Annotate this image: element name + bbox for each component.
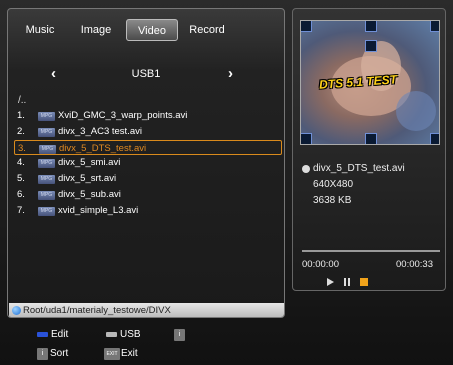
- stop-icon[interactable]: [359, 277, 369, 287]
- file-number: 3.: [18, 142, 26, 154]
- folder-dot-icon: [12, 306, 21, 315]
- file-info: divx_5_DTS_test.avi 640X480 3638 KB: [302, 161, 405, 209]
- tab-music[interactable]: Music: [20, 19, 60, 41]
- edit-key-hint[interactable]: Edit: [37, 328, 68, 341]
- video-dot-icon: [302, 165, 310, 173]
- file-number: 2.: [17, 125, 25, 137]
- current-path: Root/uda1/materialy_testowe/DIVX: [23, 305, 171, 316]
- tab-video[interactable]: Video: [126, 19, 178, 41]
- info-resolution: 640X480: [313, 179, 354, 190]
- preview-corner-handle: [365, 40, 377, 52]
- play-icon[interactable]: [326, 277, 335, 287]
- elapsed-time: 00:00:00: [302, 259, 339, 270]
- video-preview: DTS 5.1 TEST: [300, 20, 440, 145]
- white-key-icon: [106, 332, 117, 337]
- device-nav: ‹ USB1 ›: [8, 65, 284, 85]
- preview-figure: [396, 91, 436, 131]
- info-icon: i: [37, 348, 48, 360]
- tab-record[interactable]: Record: [184, 19, 230, 41]
- preview-corner-handle: [301, 21, 312, 32]
- list-item[interactable]: 7. MPG xvid_simple_L3.avi: [14, 203, 282, 219]
- usb-key-hint[interactable]: USB: [106, 328, 141, 341]
- sort-key-hint[interactable]: i Sort: [37, 347, 68, 360]
- path-bar: Root/uda1/materialy_testowe/DIVX: [9, 303, 284, 317]
- file-number: 4.: [17, 157, 25, 169]
- file-name: divx_5_sub.avi: [58, 188, 121, 200]
- file-name: divx_5_srt.avi: [58, 173, 117, 185]
- info-size: 3638 KB: [313, 195, 352, 206]
- mpg-file-icon: MPG: [38, 206, 55, 216]
- preview-corner-handle: [430, 21, 439, 32]
- parent-directory[interactable]: /..: [18, 95, 26, 106]
- file-name: divx_5_smi.avi: [58, 157, 121, 169]
- file-number: 1.: [17, 110, 25, 121]
- mpg-file-icon: MPG: [38, 112, 55, 121]
- file-list: 1. MPG XviD_GMC_3_warp_points.avi 2. MPG…: [14, 108, 282, 219]
- mpg-file-icon: MPG: [38, 159, 55, 169]
- list-item-selected[interactable]: 3. MPG divx_5_DTS_test.avi: [14, 139, 282, 156]
- file-number: 5.: [17, 173, 25, 185]
- preview-corner-handle: [365, 21, 377, 32]
- mpg-file-icon: MPG: [38, 127, 55, 137]
- info-icon: i: [174, 329, 185, 341]
- mpg-file-icon: MPG: [39, 144, 56, 154]
- info-filename-row: divx_5_DTS_test.avi: [302, 161, 405, 177]
- file-name: XviD_GMC_3_warp_points.avi: [58, 110, 188, 121]
- total-time: 00:00:33: [396, 259, 433, 270]
- file-browser-panel: Music Image Video Record ‹ USB1 › /.. 1.…: [7, 8, 285, 318]
- exit-icon: EXIT: [104, 348, 120, 360]
- list-item[interactable]: 6. MPG divx_5_sub.avi: [14, 187, 282, 203]
- tab-image[interactable]: Image: [74, 19, 118, 41]
- blue-key-icon: [37, 332, 48, 337]
- pause-icon[interactable]: [343, 277, 352, 287]
- chevron-right-icon[interactable]: ›: [228, 65, 233, 82]
- device-title: USB1: [131, 68, 161, 80]
- preview-panel: DTS 5.1 TEST divx_5_DTS_test.avi 640X480…: [292, 8, 446, 291]
- mpg-file-icon: MPG: [38, 175, 55, 185]
- list-item[interactable]: 2. MPG divx_3_AC3 test.avi: [14, 124, 282, 140]
- info-filename: divx_5_DTS_test.avi: [313, 163, 405, 174]
- list-item[interactable]: 4. MPG divx_5_smi.avi: [14, 155, 282, 171]
- preview-corner-handle: [301, 133, 312, 144]
- key-hints: Edit USB i i Sort EXIT Exit: [0, 325, 453, 365]
- file-number: 7.: [17, 204, 25, 216]
- list-item[interactable]: 5. MPG divx_5_srt.avi: [14, 171, 282, 187]
- media-tabs: Music Image Video Record: [8, 9, 284, 49]
- preview-corner-handle: [430, 133, 439, 144]
- playback-progress[interactable]: [302, 250, 440, 252]
- file-number: 6.: [17, 188, 25, 200]
- file-name: xvid_simple_L3.avi: [58, 204, 139, 216]
- exit-key-hint[interactable]: EXIT Exit: [104, 347, 138, 360]
- preview-corner-handle: [365, 133, 377, 144]
- media-player-screen: Music Image Video Record ‹ USB1 › /.. 1.…: [0, 0, 453, 365]
- mpg-file-icon: MPG: [38, 190, 55, 200]
- file-name: divx_5_DTS_test.avi: [59, 142, 147, 154]
- list-item[interactable]: 1. MPG XviD_GMC_3_warp_points.avi: [14, 108, 282, 124]
- file-name: divx_3_AC3 test.avi: [58, 125, 142, 137]
